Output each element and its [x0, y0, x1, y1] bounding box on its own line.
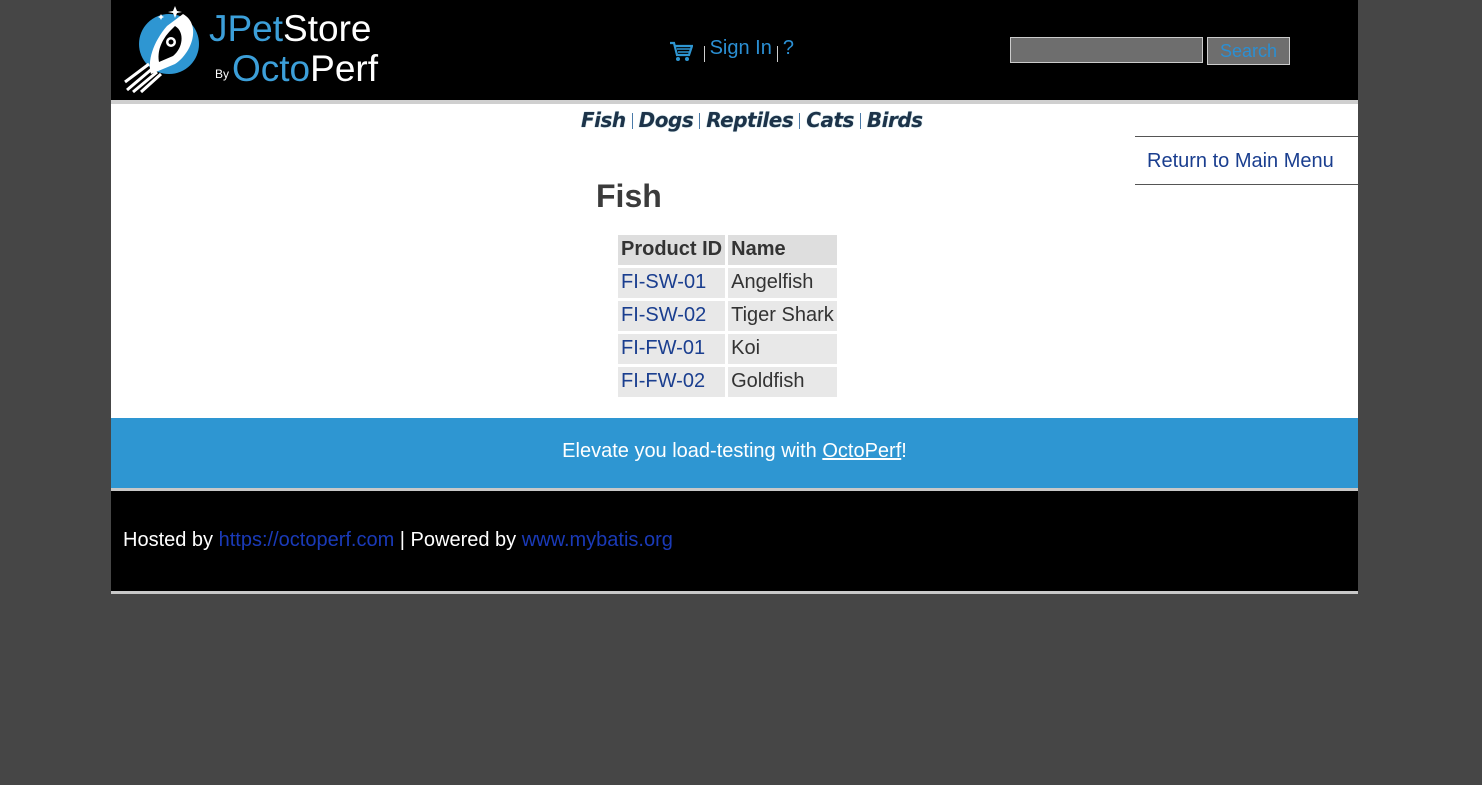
product-id-cell: FI-FW-01: [618, 334, 726, 364]
octoperf-site-link[interactable]: https://octoperf.com: [219, 529, 395, 551]
table-row: FI-FW-02 Goldfish: [618, 367, 837, 397]
quicklink-separator: [799, 113, 801, 129]
header-menu: Sign In?: [669, 37, 794, 62]
shopping-cart-icon: [670, 41, 693, 61]
logo-by-text: By: [215, 67, 230, 81]
product-id-cell: FI-SW-01: [618, 268, 726, 298]
squid-rocket-icon: [124, 6, 199, 94]
logo-octoperf-text: OctoPerf: [232, 48, 378, 90]
quicklink-separator: [699, 113, 701, 129]
search-button[interactable]: Search: [1207, 37, 1290, 65]
back-link-box: Return to Main Menu: [1135, 136, 1358, 185]
quicklink-reptiles[interactable]: Reptiles: [706, 108, 794, 132]
menu-separator: [703, 46, 705, 62]
quicklink-separator: [631, 113, 633, 129]
quicklink-separator: [859, 113, 861, 129]
page-wrapper: JPetStore By OctoPerf Sign In? Search Fi…: [111, 0, 1358, 594]
product-id-link[interactable]: FI-SW-01: [621, 271, 706, 293]
promo-banner: Elevate you load-testing with OctoPerf!: [111, 418, 1358, 491]
column-header-name: Name: [728, 235, 837, 265]
search-form: Search: [1010, 37, 1290, 65]
quicklink-birds[interactable]: Birds: [867, 108, 923, 132]
product-name-cell: Goldfish: [728, 367, 837, 397]
help-link[interactable]: ?: [783, 37, 794, 59]
logo-jpetstore-text: JPetStore: [209, 8, 371, 50]
logo-octo: Octo: [232, 48, 311, 89]
product-id-cell: FI-FW-02: [618, 367, 726, 397]
product-id-link[interactable]: FI-SW-02: [621, 304, 706, 326]
table-header-row: Product ID Name: [618, 235, 837, 265]
content: Fish Dogs Reptiles Cats Birds Return to Main…: [111, 104, 1358, 418]
product-id-link[interactable]: FI-FW-01: [621, 337, 705, 359]
quicklink-cats[interactable]: Cats: [806, 108, 854, 132]
footer-text: Hosted by https://octoperf.com | Powered…: [123, 529, 673, 552]
product-name-cell: Angelfish: [728, 268, 837, 298]
quicklink-fish[interactable]: Fish: [581, 108, 626, 132]
logo-store: Store: [283, 8, 372, 49]
category-quicklinks: Fish Dogs Reptiles Cats Birds: [581, 108, 923, 132]
product-id-cell: FI-SW-02: [618, 301, 726, 331]
logo-jpet: JPet: [209, 8, 284, 49]
search-input[interactable]: [1010, 37, 1203, 63]
menu-separator: [776, 46, 778, 62]
product-table: Product ID Name FI-SW-01 Angelfish FI-SW…: [615, 232, 840, 400]
table-row: FI-SW-01 Angelfish: [618, 268, 837, 298]
octoperf-link[interactable]: OctoPerf: [822, 440, 901, 462]
product-id-link[interactable]: FI-FW-02: [621, 370, 705, 392]
banner-prefix: Elevate you load-testing with: [562, 440, 823, 462]
table-row: FI-FW-01 Koi: [618, 334, 837, 364]
powered-by-label: | Powered by: [394, 529, 522, 551]
sign-in-link[interactable]: Sign In: [710, 37, 772, 59]
return-to-main-menu-link[interactable]: Return to Main Menu: [1147, 150, 1334, 173]
category-title: Fish: [596, 178, 662, 214]
banner-suffix: !: [901, 440, 907, 462]
hosted-by-label: Hosted by: [123, 529, 219, 551]
logo-perf: Perf: [310, 48, 378, 89]
banner-text: Elevate you load-testing with OctoPerf!: [111, 440, 1358, 463]
table-row: FI-SW-02 Tiger Shark: [618, 301, 837, 331]
column-header-product-id: Product ID: [618, 235, 726, 265]
cart-link[interactable]: [669, 37, 699, 61]
jpetstore-logo[interactable]: JPetStore By OctoPerf: [123, 2, 393, 94]
footer: Hosted by https://octoperf.com | Powered…: [111, 491, 1358, 594]
header: JPetStore By OctoPerf Sign In? Search: [111, 0, 1358, 104]
product-name-cell: Koi: [728, 334, 837, 364]
product-name-cell: Tiger Shark: [728, 301, 837, 331]
quicklink-dogs[interactable]: Dogs: [639, 108, 694, 132]
mybatis-link[interactable]: www.mybatis.org: [522, 529, 673, 551]
